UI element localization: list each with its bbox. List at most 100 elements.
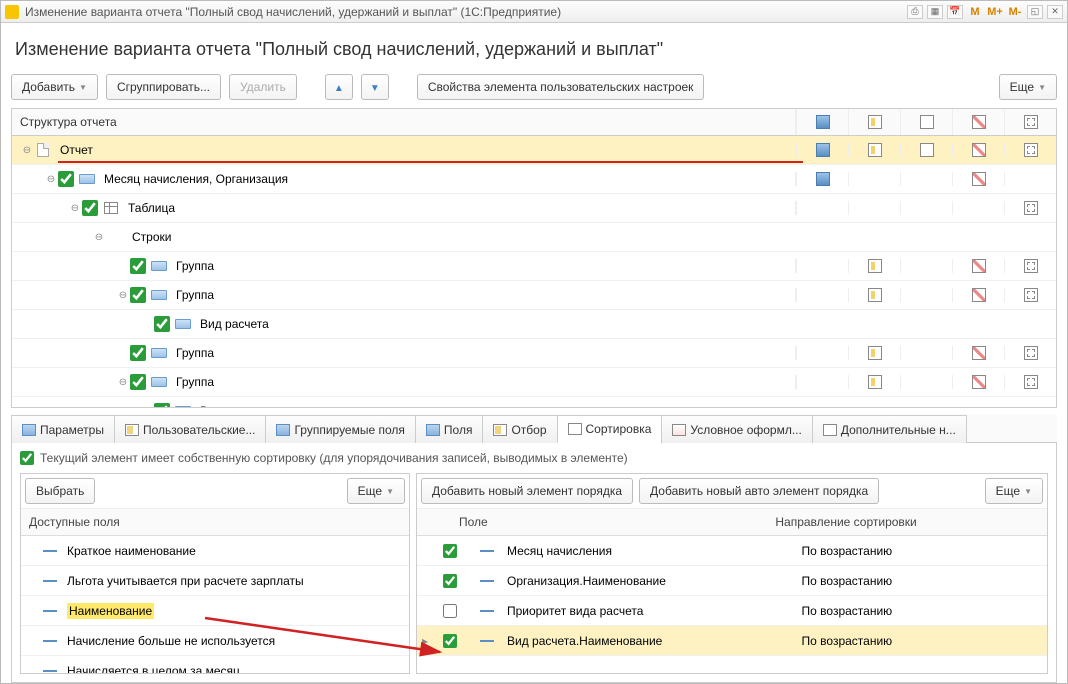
restore-icon[interactable]: ◱: [1027, 5, 1043, 19]
expand-icon[interactable]: ⊖: [116, 290, 130, 301]
row-icon-cell[interactable]: [952, 201, 1004, 215]
available-fields-list[interactable]: Краткое наименованиеЛьгота учитывается п…: [21, 536, 409, 673]
tab-sort[interactable]: Сортировка: [557, 415, 663, 443]
row-checkbox[interactable]: [154, 403, 170, 407]
row-icon-cell[interactable]: [848, 375, 900, 389]
own-sort-checkbox[interactable]: [20, 451, 34, 465]
row-icon-cell[interactable]: [848, 288, 900, 302]
row-icon-cell[interactable]: [952, 143, 1004, 157]
list-item[interactable]: Начисляется в целом за месяц: [21, 656, 409, 673]
tree-rows[interactable]: ⊖Отчет⊖Месяц начисления, Организация⊖Таб…: [12, 136, 1056, 407]
delete-button[interactable]: Удалить: [229, 74, 297, 100]
row-icon-cell[interactable]: [952, 288, 1004, 302]
sort-row-checkbox[interactable]: [443, 574, 457, 588]
tab-fields[interactable]: Поля: [415, 415, 484, 443]
m-button[interactable]: M: [967, 5, 983, 19]
row-icon-cell[interactable]: [1004, 172, 1056, 186]
expand-icon[interactable]: ⊖: [68, 203, 82, 214]
sort-row[interactable]: Месяц начисленияПо возрастанию: [417, 536, 1047, 566]
group-button[interactable]: Сгруппировать...: [106, 74, 221, 100]
tree-row[interactable]: ⊖Таблица: [12, 194, 1056, 223]
row-icon-cell[interactable]: [848, 143, 900, 157]
head-col-1[interactable]: [796, 109, 848, 135]
sort-fields-list[interactable]: Месяц начисленияПо возрастаниюОрганизаци…: [417, 536, 1047, 673]
row-icon-cell[interactable]: [796, 375, 848, 389]
calc-icon[interactable]: ▦: [927, 5, 943, 19]
row-icon-cell[interactable]: [900, 375, 952, 389]
sort-row[interactable]: ▸Вид расчета.НаименованиеПо возрастанию: [417, 626, 1047, 656]
row-icon-cell[interactable]: [1004, 288, 1056, 302]
row-icon-cell[interactable]: [1004, 346, 1056, 360]
sort-row[interactable]: Приоритет вида расчетаПо возрастанию: [417, 596, 1047, 626]
add-elem-button[interactable]: Добавить новый элемент порядка: [421, 478, 633, 504]
row-icon-cell[interactable]: [848, 259, 900, 273]
row-icon-cell[interactable]: [1004, 375, 1056, 389]
row-checkbox[interactable]: [154, 316, 170, 332]
tree-row[interactable]: ⊖Месяц начисления, Организация: [12, 165, 1056, 194]
row-icon-cell[interactable]: [952, 346, 1004, 360]
row-icon-cell[interactable]: [1004, 143, 1056, 157]
head-col-3[interactable]: [900, 109, 952, 135]
tree-row[interactable]: Вид расчета: [12, 310, 1056, 339]
row-icon-cell[interactable]: [796, 259, 848, 273]
row-icon-cell[interactable]: [796, 172, 848, 186]
expand-icon[interactable]: ⊖: [116, 377, 130, 388]
tab-groupable[interactable]: Группируемые поля: [265, 415, 415, 443]
tree-row[interactable]: ⊖Строки: [12, 223, 1056, 252]
row-icon-cell[interactable]: [796, 288, 848, 302]
right-more-button[interactable]: Еще▼: [985, 478, 1043, 504]
calendar-icon[interactable]: 📅: [947, 5, 963, 19]
row-icon-cell[interactable]: [900, 288, 952, 302]
left-more-button[interactable]: Еще▼: [347, 478, 405, 504]
move-up-button[interactable]: [325, 74, 353, 100]
close-icon[interactable]: ✕: [1047, 5, 1063, 19]
row-icon-cell[interactable]: [1004, 201, 1056, 215]
tree-row[interactable]: Группа: [12, 339, 1056, 368]
sort-row-checkbox[interactable]: [443, 544, 457, 558]
row-icon-cell[interactable]: [952, 259, 1004, 273]
row-icon-cell[interactable]: [796, 201, 848, 215]
add-auto-button[interactable]: Добавить новый авто элемент порядка: [639, 478, 879, 504]
move-down-button[interactable]: [361, 74, 389, 100]
row-icon-cell[interactable]: [848, 346, 900, 360]
mminus-button[interactable]: M-: [1007, 5, 1023, 19]
row-icon-cell[interactable]: [900, 201, 952, 215]
row-icon-cell[interactable]: [900, 143, 952, 157]
row-checkbox[interactable]: [130, 258, 146, 274]
row-checkbox[interactable]: [130, 374, 146, 390]
list-item[interactable]: Начисление больше не используется: [21, 626, 409, 656]
row-icon-cell[interactable]: [848, 172, 900, 186]
tab-params[interactable]: Параметры: [11, 415, 115, 443]
row-icon-cell[interactable]: [1004, 259, 1056, 273]
tree-row[interactable]: Вид расчета: [12, 397, 1056, 407]
row-checkbox[interactable]: [130, 345, 146, 361]
row-icon-cell[interactable]: [848, 201, 900, 215]
tree-row[interactable]: Группа: [12, 252, 1056, 281]
row-icon-cell[interactable]: [952, 172, 1004, 186]
add-button[interactable]: Добавить▼: [11, 74, 98, 100]
row-checkbox[interactable]: [58, 171, 74, 187]
sort-row-checkbox[interactable]: [443, 604, 457, 618]
tab-cond[interactable]: Условное оформл...: [661, 415, 812, 443]
head-col-2[interactable]: [848, 109, 900, 135]
sort-row[interactable]: Организация.НаименованиеПо возрастанию: [417, 566, 1047, 596]
expand-icon[interactable]: ⊖: [92, 232, 106, 243]
list-item[interactable]: Наименование: [21, 596, 409, 626]
expand-icon[interactable]: ⊖: [44, 174, 58, 185]
expand-icon[interactable]: ⊖: [20, 145, 34, 156]
more-button[interactable]: Еще▼: [999, 74, 1057, 100]
select-button[interactable]: Выбрать: [25, 478, 95, 504]
row-icon-cell[interactable]: [900, 172, 952, 186]
props-button[interactable]: Свойства элемента пользовательских настр…: [417, 74, 705, 100]
sort-row-checkbox[interactable]: [443, 634, 457, 648]
head-col-5[interactable]: [1004, 109, 1056, 135]
list-item[interactable]: Краткое наименование: [21, 536, 409, 566]
mplus-button[interactable]: M+: [987, 5, 1003, 19]
head-col-4[interactable]: [952, 109, 1004, 135]
row-icon-cell[interactable]: [900, 346, 952, 360]
row-icon-cell[interactable]: [952, 375, 1004, 389]
row-checkbox[interactable]: [130, 287, 146, 303]
tab-extra[interactable]: Дополнительные н...: [812, 415, 967, 443]
row-icon-cell[interactable]: [900, 259, 952, 273]
row-checkbox[interactable]: [82, 200, 98, 216]
